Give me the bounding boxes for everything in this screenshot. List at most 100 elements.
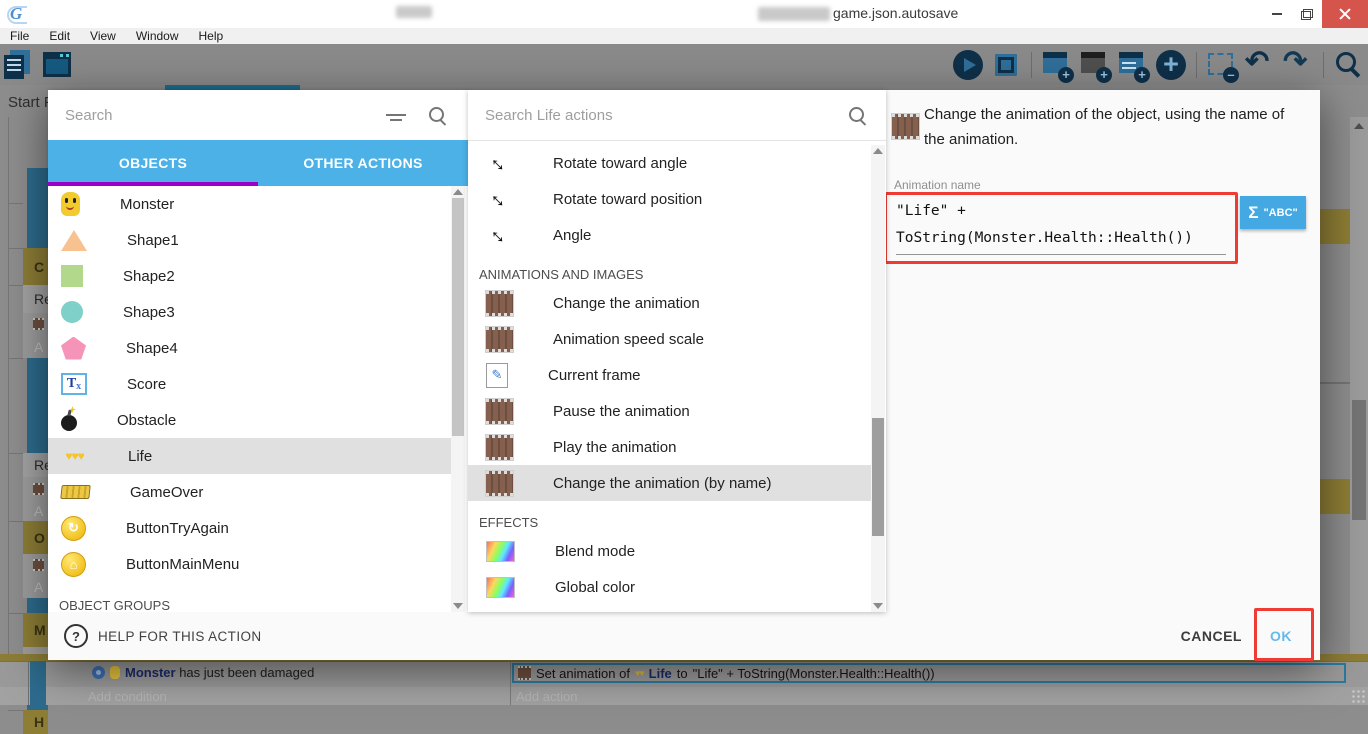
action-search-input[interactable] — [468, 105, 787, 125]
tab-other-actions[interactable]: OTHER ACTIONS — [258, 140, 468, 186]
redo-icon[interactable] — [1281, 44, 1315, 82]
action-list-item[interactable]: Change the animation — [468, 285, 871, 321]
background-event-label: A — [34, 504, 44, 518]
object-list-scrollbar[interactable] — [451, 186, 465, 612]
object-list-item[interactable]: Shape1 — [48, 222, 451, 258]
filter-icon[interactable] — [386, 114, 406, 121]
menu-window[interactable]: Window — [126, 28, 189, 44]
help-link[interactable]: HELP FOR THIS ACTION — [98, 629, 262, 644]
film-icon — [486, 434, 513, 460]
background-event-row — [23, 477, 48, 501]
undo-icon[interactable] — [1243, 44, 1277, 82]
add-events-list-icon[interactable]: + — [1116, 48, 1150, 83]
scrollbar-thumb[interactable] — [1352, 400, 1366, 520]
expression-editor-button[interactable]: Σ "ABC" — [1240, 196, 1306, 229]
search-icon[interactable] — [1332, 48, 1366, 82]
close-button[interactable] — [1322, 0, 1368, 28]
maximize-button[interactable] — [1292, 0, 1322, 28]
object-list-item[interactable]: GameOver — [48, 474, 451, 510]
tab-objects[interactable]: OBJECTS — [48, 140, 258, 186]
action-section-header: EFFECTS — [479, 515, 539, 530]
action-list-item[interactable]: Angle — [468, 217, 871, 253]
tree-tick — [8, 203, 23, 204]
annotation-box-ok — [1254, 608, 1314, 661]
scrollbar-thumb[interactable] — [872, 418, 884, 536]
scene-editor-icon[interactable] — [40, 48, 74, 82]
background-event-label: C — [34, 259, 45, 274]
restore-icon — [1301, 8, 1313, 20]
condition-content[interactable]: Monster has just been damaged — [92, 665, 314, 680]
add-circle-icon[interactable] — [1154, 48, 1188, 82]
menu-help[interactable]: Help — [189, 28, 234, 44]
action-list-scrollbar[interactable] — [871, 145, 885, 612]
remove-selection-icon[interactable]: – — [1205, 48, 1239, 83]
action-editor-dialog: OBJECTS OTHER ACTIONS Monster Shape1 Shape… — [48, 90, 1320, 661]
menu-file[interactable]: File — [0, 28, 39, 44]
tree-tick — [8, 710, 23, 711]
object-list: Monster Shape1 Shape2 Shape3 Shape4 Score Obst… — [48, 186, 451, 612]
add-action-link[interactable]: Add action — [516, 689, 577, 704]
banner-icon — [60, 485, 91, 499]
action-list-item[interactable]: Pause the animation — [468, 393, 871, 429]
object-label: GameOver — [130, 483, 204, 501]
cancel-button[interactable]: CANCEL — [1181, 628, 1242, 644]
action-list-item[interactable]: Blend mode — [468, 533, 871, 569]
help-icon[interactable]: ? — [64, 624, 88, 648]
action-list-item[interactable]: Change the animation (by name) — [468, 465, 871, 501]
action-search-row — [468, 90, 886, 141]
film-icon — [486, 290, 513, 316]
add-external-events-icon[interactable]: + — [1078, 48, 1112, 83]
window-scrollbar[interactable] — [1350, 117, 1368, 705]
project-manager-icon[interactable] — [2, 48, 36, 82]
add-scene-window-icon[interactable]: + — [1040, 48, 1074, 83]
object-list-item[interactable]: Shape3 — [48, 294, 451, 330]
menu-edit[interactable]: Edit — [39, 28, 80, 44]
bomb-icon — [61, 415, 77, 431]
action-list-item[interactable]: Rotate toward position — [468, 181, 871, 217]
rotate-icon — [486, 150, 513, 177]
home-button-icon — [61, 551, 86, 577]
search-icon[interactable] — [849, 107, 864, 122]
object-list-item[interactable]: Shape2 — [48, 258, 451, 294]
object-list-item[interactable]: Life — [48, 438, 451, 474]
event-drag-handle — [27, 358, 48, 453]
action-list-item[interactable]: Global color — [468, 569, 871, 605]
selected-action[interactable]: Set animation of ♥♥ Life to "Life" + ToS… — [512, 663, 1346, 683]
object-list-item[interactable]: Monster — [48, 186, 451, 222]
resize-grip — [1351, 689, 1365, 703]
object-list-item[interactable]: Shape4 — [48, 330, 451, 366]
add-condition-link[interactable]: Add condition — [88, 689, 167, 704]
tree-tick — [8, 358, 23, 359]
background-event-row — [23, 313, 48, 335]
toolbar: + + + – — [0, 44, 1368, 85]
event-drag-handle[interactable] — [30, 661, 46, 705]
monster-mini-icon — [110, 666, 120, 679]
background-event-label: H — [34, 715, 45, 729]
action-list-item[interactable]: Animation speed scale — [468, 321, 871, 357]
object-list-item[interactable]: ButtonTryAgain — [48, 510, 451, 546]
minimize-button[interactable] — [1262, 0, 1292, 28]
action-label: Pause the animation — [553, 402, 690, 420]
action-list-item[interactable]: Play the animation — [468, 429, 871, 465]
start-page-tab[interactable]: Start P — [8, 94, 54, 111]
object-label: Shape4 — [126, 339, 178, 357]
debug-icon[interactable] — [989, 48, 1023, 82]
action-description: Change the animation of the object, usin… — [924, 106, 1285, 148]
action-label: Play the animation — [553, 438, 677, 456]
play-icon[interactable] — [951, 48, 985, 82]
background-event-row: A — [23, 501, 48, 521]
action-parameters-panel: Change the animation of the object, usin… — [884, 90, 1320, 612]
action-label: Change the animation — [553, 294, 700, 312]
object-list-item[interactable]: Obstacle — [48, 402, 451, 438]
action-list-item[interactable]: Current frame — [468, 357, 871, 393]
menu-view[interactable]: View — [80, 28, 126, 44]
object-search-input[interactable] — [48, 105, 367, 125]
object-list-item[interactable]: ButtonMainMenu — [48, 546, 451, 582]
search-icon[interactable] — [429, 107, 444, 122]
redacted-title-text — [396, 6, 432, 18]
instruction-object-panel: OBJECTS OTHER ACTIONS Monster Shape1 Shape… — [48, 90, 468, 613]
scrollbar-thumb[interactable] — [452, 198, 464, 436]
action-list-item[interactable]: Rotate toward angle — [468, 145, 871, 181]
object-list-item[interactable]: Score — [48, 366, 451, 402]
scroll-up-icon[interactable] — [1354, 123, 1364, 129]
